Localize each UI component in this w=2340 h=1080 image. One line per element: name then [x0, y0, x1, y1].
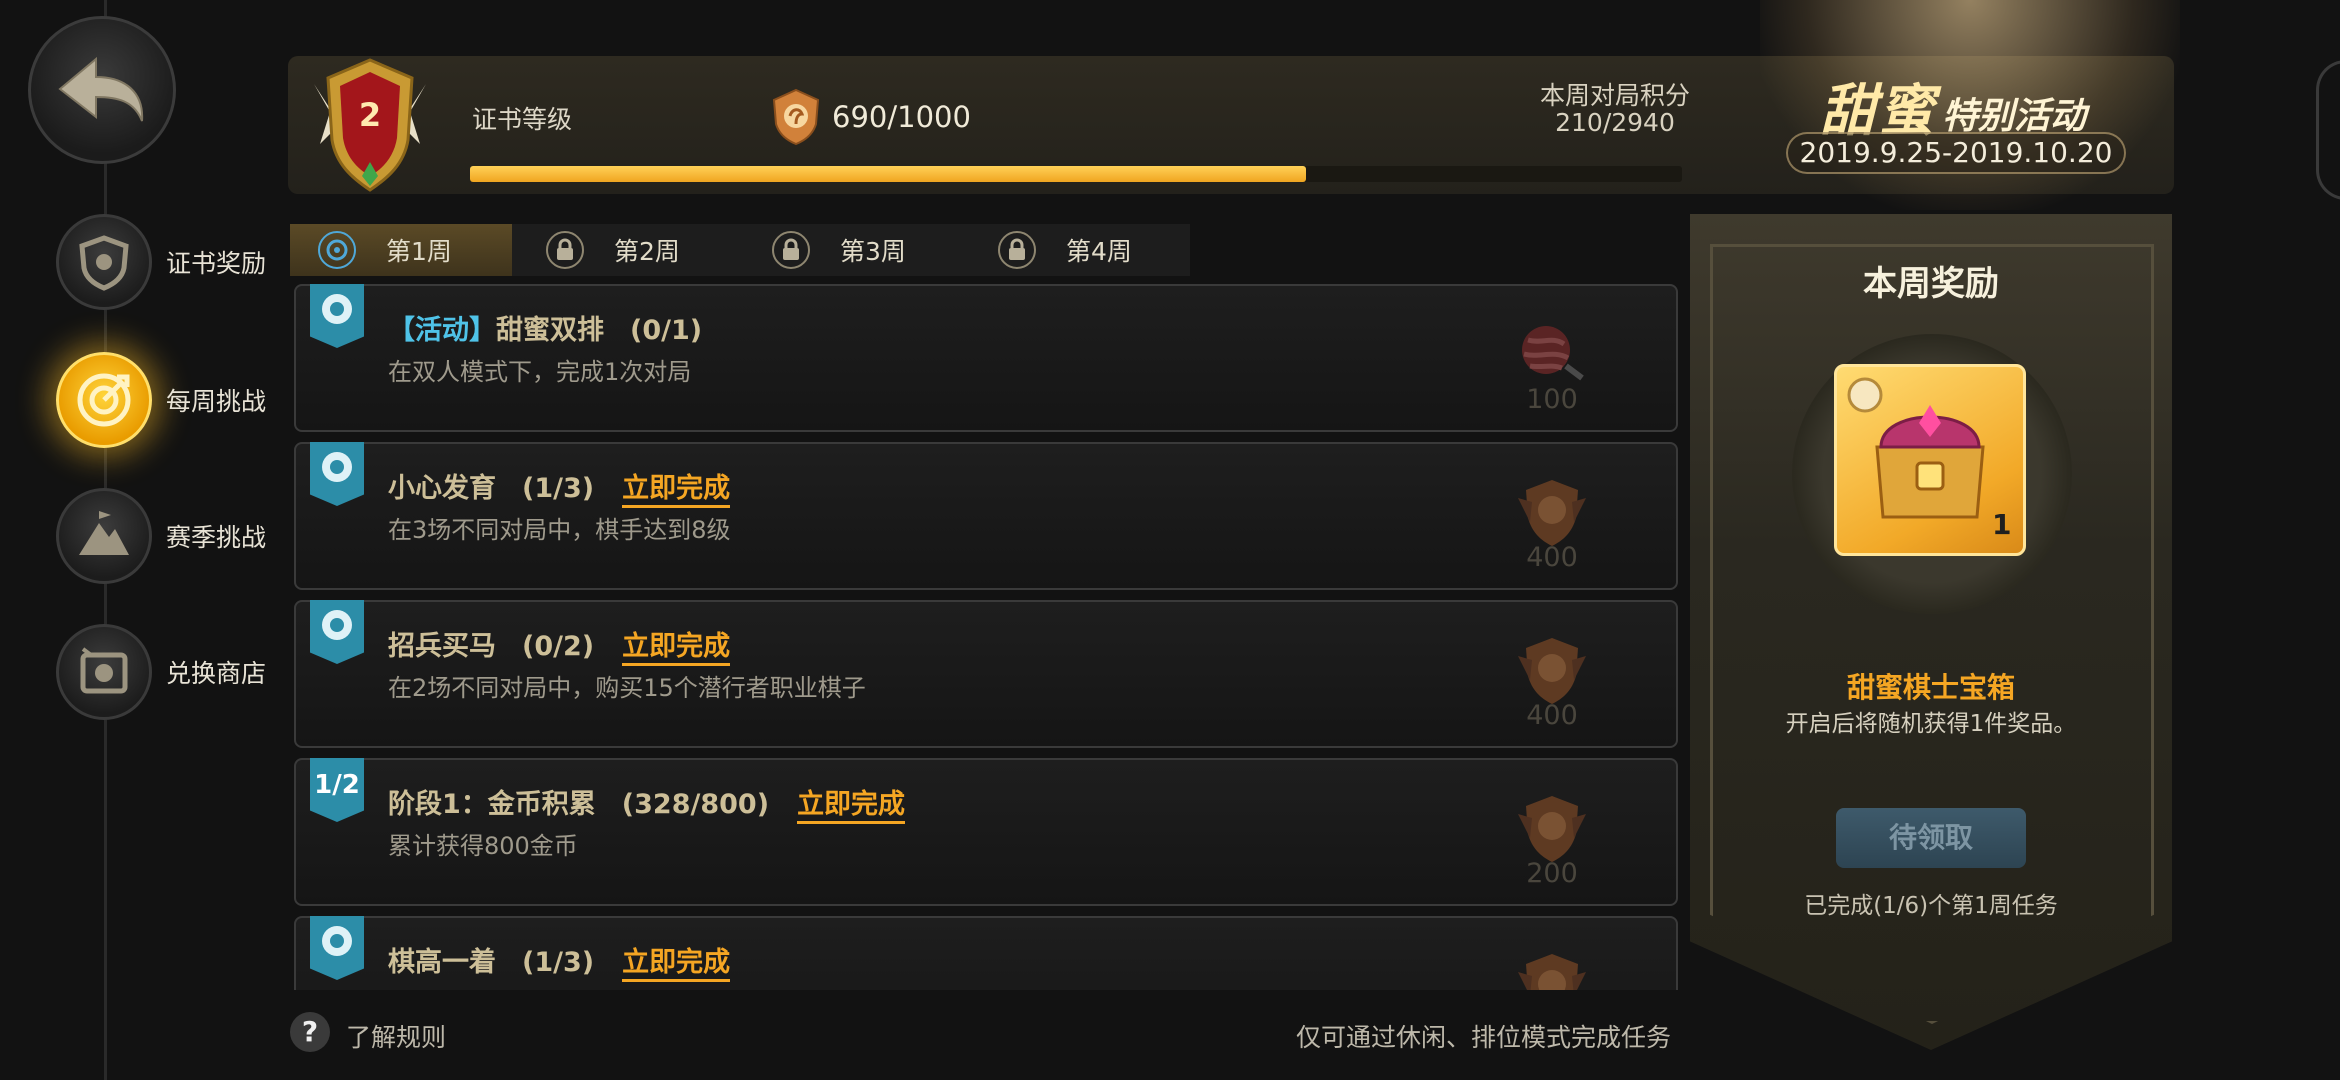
weekly-score-value: 210/2940	[1555, 108, 1675, 137]
back-button[interactable]	[28, 16, 176, 164]
task-reward-value: 100	[1526, 384, 1578, 415]
nav-item-certificate-rewards[interactable]: 证书奖励	[56, 212, 296, 312]
task-item: 1/2 阶段1：金币积累 (328/800) 立即完成 累计获得800金币 200	[294, 758, 1678, 906]
tab-week-1[interactable]: 第1周	[290, 224, 512, 276]
task-name: 招兵买马	[388, 631, 496, 662]
complete-now-button[interactable]: 立即完成	[797, 789, 906, 824]
task-title: 棋高一着 (1/3) 立即完成	[388, 940, 731, 982]
stage-tag: 1/2	[310, 758, 364, 822]
task-title: 阶段1：金币积累 (328/800) 立即完成	[388, 782, 906, 824]
candy-icon	[1512, 314, 1592, 394]
reward-item-count: 1	[1992, 508, 2012, 541]
points-shield-icon	[1512, 788, 1592, 868]
nav-label-certificate-rewards: 证书奖励	[166, 249, 267, 278]
tab-week-2-label: 第2周	[614, 237, 680, 266]
tab-week-3-label: 第3周	[840, 237, 906, 266]
tab-week-2[interactable]: 第2周	[516, 224, 738, 276]
complete-now-button[interactable]: 立即完成	[622, 947, 731, 982]
task-description: 累计获得800金币	[388, 832, 578, 860]
task-name: 甜蜜双排	[496, 315, 604, 346]
reward-item-name: 甜蜜棋士宝箱	[1846, 671, 2015, 704]
target-icon	[56, 352, 152, 448]
task-item: 小心发育 (1/3) 立即完成 在3场不同对局中，棋手达到8级 400	[294, 442, 1678, 590]
completed-tasks-text: 已完成(1/6)个第1周任务	[1804, 893, 2058, 919]
task-progress: (1/3)	[522, 473, 595, 504]
level-number: 2	[358, 96, 382, 134]
nav-item-season-challenge[interactable]: 赛季挑战	[56, 486, 296, 586]
tab-week-4[interactable]: 第4周	[968, 224, 1190, 276]
shop-icon	[56, 624, 152, 720]
nav-label-season-challenge: 赛季挑战	[166, 523, 267, 552]
claim-button[interactable]: 待领取	[1836, 808, 2026, 868]
stage-tag-text: 1/2	[314, 770, 360, 800]
complete-now-button[interactable]: 立即完成	[622, 473, 731, 508]
task-progress: (0/1)	[630, 315, 703, 346]
task-tag-icon	[310, 600, 364, 664]
event-dates: 2019.9.25-2019.10.20	[1786, 132, 2126, 174]
shield-icon	[56, 214, 152, 310]
nav-item-exchange-shop[interactable]: 兑换商店	[56, 622, 296, 722]
points-shield-icon	[1512, 946, 1592, 990]
tab-week-4-label: 第4周	[1066, 237, 1132, 266]
task-item: 棋高一着 (1/3) 立即完成	[294, 916, 1678, 990]
task-reward-value: 400	[1526, 700, 1578, 731]
task-reward-value: 400	[1526, 542, 1578, 573]
side-panel-handle[interactable]	[2316, 60, 2340, 200]
nav-item-weekly-challenge[interactable]: 每周挑战	[56, 350, 296, 450]
points-value: 690/1000	[832, 100, 971, 134]
certificate-level-label: 证书等级	[472, 105, 573, 134]
weekly-score-label: 本周对局积分	[1539, 81, 1690, 110]
task-progress: (1/3)	[522, 947, 595, 978]
target-icon	[318, 231, 356, 269]
task-progress: (0/2)	[522, 631, 595, 662]
task-description: 在3场不同对局中，棋手达到8级	[388, 516, 731, 544]
rules-link[interactable]: 了解规则	[346, 1018, 446, 1054]
points-shield-icon	[1512, 630, 1592, 710]
task-item: 招兵买马 (0/2) 立即完成 在2场不同对局中，购买15个潜行者职业棋子 400	[294, 600, 1678, 748]
task-title: 【活动】甜蜜双排 (0/1)	[388, 308, 702, 347]
help-icon[interactable]: ?	[290, 1012, 330, 1052]
points-shield-icon	[766, 86, 826, 146]
task-tag-icon	[310, 442, 364, 506]
tab-week-3[interactable]: 第3周	[742, 224, 964, 276]
task-prefix: 【活动】	[388, 315, 496, 346]
lock-icon	[772, 231, 810, 269]
task-name: 小心发育	[388, 473, 496, 504]
complete-now-button[interactable]: 立即完成	[622, 631, 731, 666]
task-reward-value: 200	[1526, 858, 1578, 889]
task-name: 棋高一着	[388, 947, 496, 978]
nav-label-weekly-challenge: 每周挑战	[166, 387, 267, 416]
lock-icon	[546, 231, 584, 269]
nav-label-exchange-shop: 兑换商店	[166, 659, 267, 688]
task-item: 【活动】甜蜜双排 (0/1) 在双人模式下，完成1次对局 100	[294, 284, 1678, 432]
mountain-flag-icon	[56, 488, 152, 584]
task-tag-icon	[310, 916, 364, 980]
points-progress-bar	[470, 166, 1682, 182]
task-description: 在2场不同对局中，购买15个潜行者职业棋子	[388, 674, 866, 702]
level-badge-icon: 2	[300, 54, 440, 196]
task-list[interactable]: 【活动】甜蜜双排 (0/1) 在双人模式下，完成1次对局 100 小心发育 (1/3…	[292, 282, 1680, 990]
points-shield-icon	[1512, 472, 1592, 552]
task-progress: (328/800)	[621, 789, 770, 820]
task-description: 在双人模式下，完成1次对局	[388, 358, 692, 386]
tab-week-1-label: 第1周	[386, 237, 452, 266]
points-progress-fill	[470, 166, 1307, 182]
task-title: 招兵买马 (0/2) 立即完成	[388, 624, 731, 666]
task-tag-icon	[310, 284, 364, 348]
weekly-reward-title: 本周奖励	[1863, 264, 1999, 304]
task-name: 阶段1：金币积累	[388, 789, 596, 820]
reward-item-description: 开启后将随机获得1件奖品。	[1785, 711, 2077, 737]
task-title: 小心发育 (1/3) 立即完成	[388, 466, 731, 508]
lock-icon	[998, 231, 1036, 269]
back-arrow-icon	[58, 56, 144, 122]
week-tabs: 第1周 第2周 第3周 第4周	[290, 224, 1190, 276]
footer-note: 仅可通过休闲、排位模式完成任务	[1296, 1023, 1672, 1052]
